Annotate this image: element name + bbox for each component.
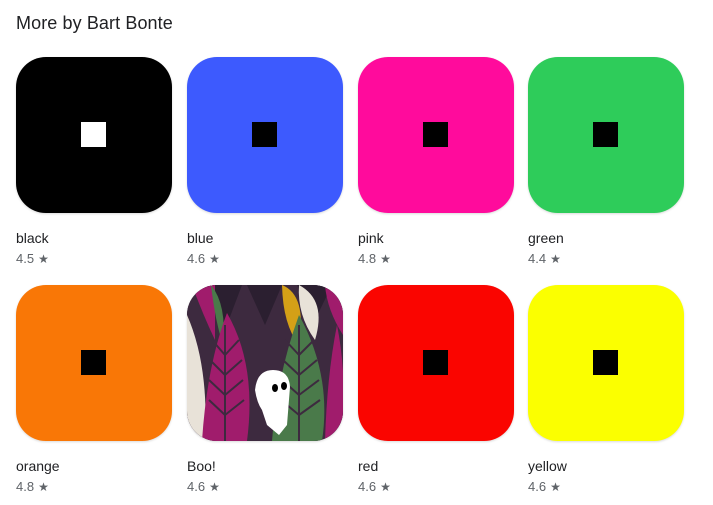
rating-value: 4.4 <box>528 251 547 266</box>
square-glyph <box>81 122 106 147</box>
app-card-green[interactable]: green 4.4 ★ <box>528 57 684 267</box>
star-icon: ★ <box>38 480 49 494</box>
app-name: red <box>358 458 379 474</box>
app-card-blue[interactable]: blue 4.6 ★ <box>187 57 343 267</box>
app-name: yellow <box>528 458 567 474</box>
rating-value: 4.8 <box>16 479 35 494</box>
square-glyph <box>423 122 448 147</box>
section-title: More by Bart Bonte <box>16 13 173 33</box>
app-card-red[interactable]: red 4.6 ★ <box>358 285 514 495</box>
star-icon: ★ <box>380 480 391 494</box>
app-name: green <box>528 230 564 246</box>
square-glyph <box>593 350 618 375</box>
app-name: pink <box>358 230 384 246</box>
rating-value: 4.5 <box>16 251 35 266</box>
star-icon: ★ <box>380 252 391 266</box>
rating-value: 4.6 <box>358 479 377 494</box>
app-rating: 4.6 ★ <box>358 479 514 495</box>
star-icon: ★ <box>550 480 561 494</box>
app-icon-black[interactable] <box>16 57 172 213</box>
app-icon-orange[interactable] <box>16 285 172 441</box>
app-rating: 4.4 ★ <box>528 251 684 267</box>
rating-value: 4.6 <box>187 251 206 266</box>
square-glyph <box>593 122 618 147</box>
app-name: Boo! <box>187 458 216 474</box>
app-rating: 4.8 ★ <box>16 479 172 495</box>
app-icon-red[interactable] <box>358 285 514 441</box>
app-rating: 4.6 ★ <box>187 479 343 495</box>
app-icon-blue[interactable] <box>187 57 343 213</box>
app-icon-green[interactable] <box>528 57 684 213</box>
app-card-yellow[interactable]: yellow 4.6 ★ <box>528 285 684 495</box>
app-name: black <box>16 230 49 246</box>
rating-value: 4.6 <box>528 479 547 494</box>
app-card-black[interactable]: black 4.5 ★ <box>16 57 172 267</box>
star-icon: ★ <box>38 252 49 266</box>
app-icon-boo[interactable] <box>187 285 343 441</box>
app-rating: 4.6 ★ <box>528 479 684 495</box>
app-card-pink[interactable]: pink 4.8 ★ <box>358 57 514 267</box>
rating-value: 4.6 <box>187 479 206 494</box>
more-by-developer-section: More by Bart Bonte black 4.5 ★ blue 4.6 … <box>0 0 713 505</box>
app-icon-yellow[interactable] <box>528 285 684 441</box>
app-card-orange[interactable]: orange 4.8 ★ <box>16 285 172 495</box>
star-icon: ★ <box>209 252 220 266</box>
app-icon-pink[interactable] <box>358 57 514 213</box>
boo-forest-illustration <box>187 285 343 441</box>
app-rating: 4.8 ★ <box>358 251 514 267</box>
star-icon: ★ <box>550 252 561 266</box>
square-glyph <box>423 350 448 375</box>
square-glyph <box>252 122 277 147</box>
app-rating: 4.6 ★ <box>187 251 343 267</box>
app-name: blue <box>187 230 214 246</box>
star-icon: ★ <box>209 480 220 494</box>
square-glyph <box>81 350 106 375</box>
rating-value: 4.8 <box>358 251 377 266</box>
app-card-boo[interactable]: Boo! 4.6 ★ <box>187 285 343 495</box>
app-rating: 4.5 ★ <box>16 251 172 267</box>
app-name: orange <box>16 458 60 474</box>
